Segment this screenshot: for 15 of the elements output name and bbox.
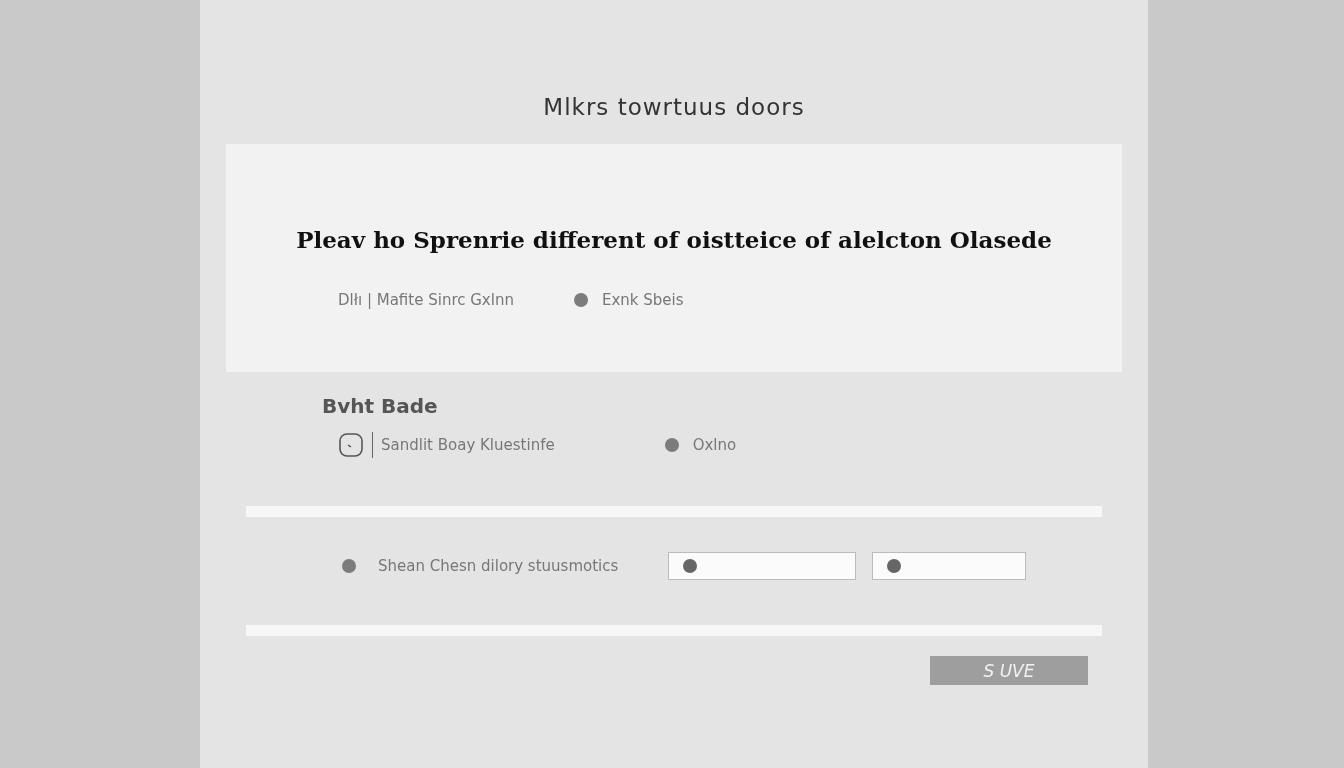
option-label[interactable]: Sandlit Boay Kluestinfe: [381, 436, 555, 454]
save-button[interactable]: S UVE: [930, 656, 1088, 685]
question-text: Pleav ho Sprenrie different of oistteice of alelcton Olasede: [296, 226, 1052, 253]
option-label[interactable]: Oxlno: [692, 436, 737, 454]
input-field[interactable]: [668, 552, 856, 580]
section-heading: Bvht Bade: [322, 394, 439, 418]
radio-dot-icon[interactable]: [573, 293, 588, 307]
option-label[interactable]: Dlłı | Mafite Sinrc Gxlnn: [338, 291, 514, 309]
radio-dot-icon[interactable]: [342, 559, 356, 573]
page-title: Mlkrs towrtuus doors: [542, 94, 806, 120]
input-field[interactable]: [872, 552, 1026, 580]
rounded-square-icon: [338, 432, 364, 458]
field-label: Shean Chesn dilory stuusmotics: [378, 557, 620, 575]
option-label[interactable]: Exnk Sbeis: [601, 291, 684, 309]
radio-dot-icon[interactable]: [664, 438, 679, 452]
